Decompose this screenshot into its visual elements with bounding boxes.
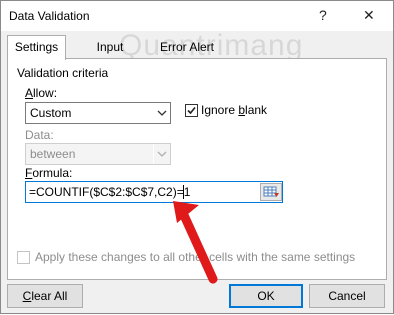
tab-settings[interactable]: Settings bbox=[7, 35, 66, 60]
data-validation-dialog: Data Validation ? ✕ Quantrimang Settings… bbox=[0, 0, 394, 314]
